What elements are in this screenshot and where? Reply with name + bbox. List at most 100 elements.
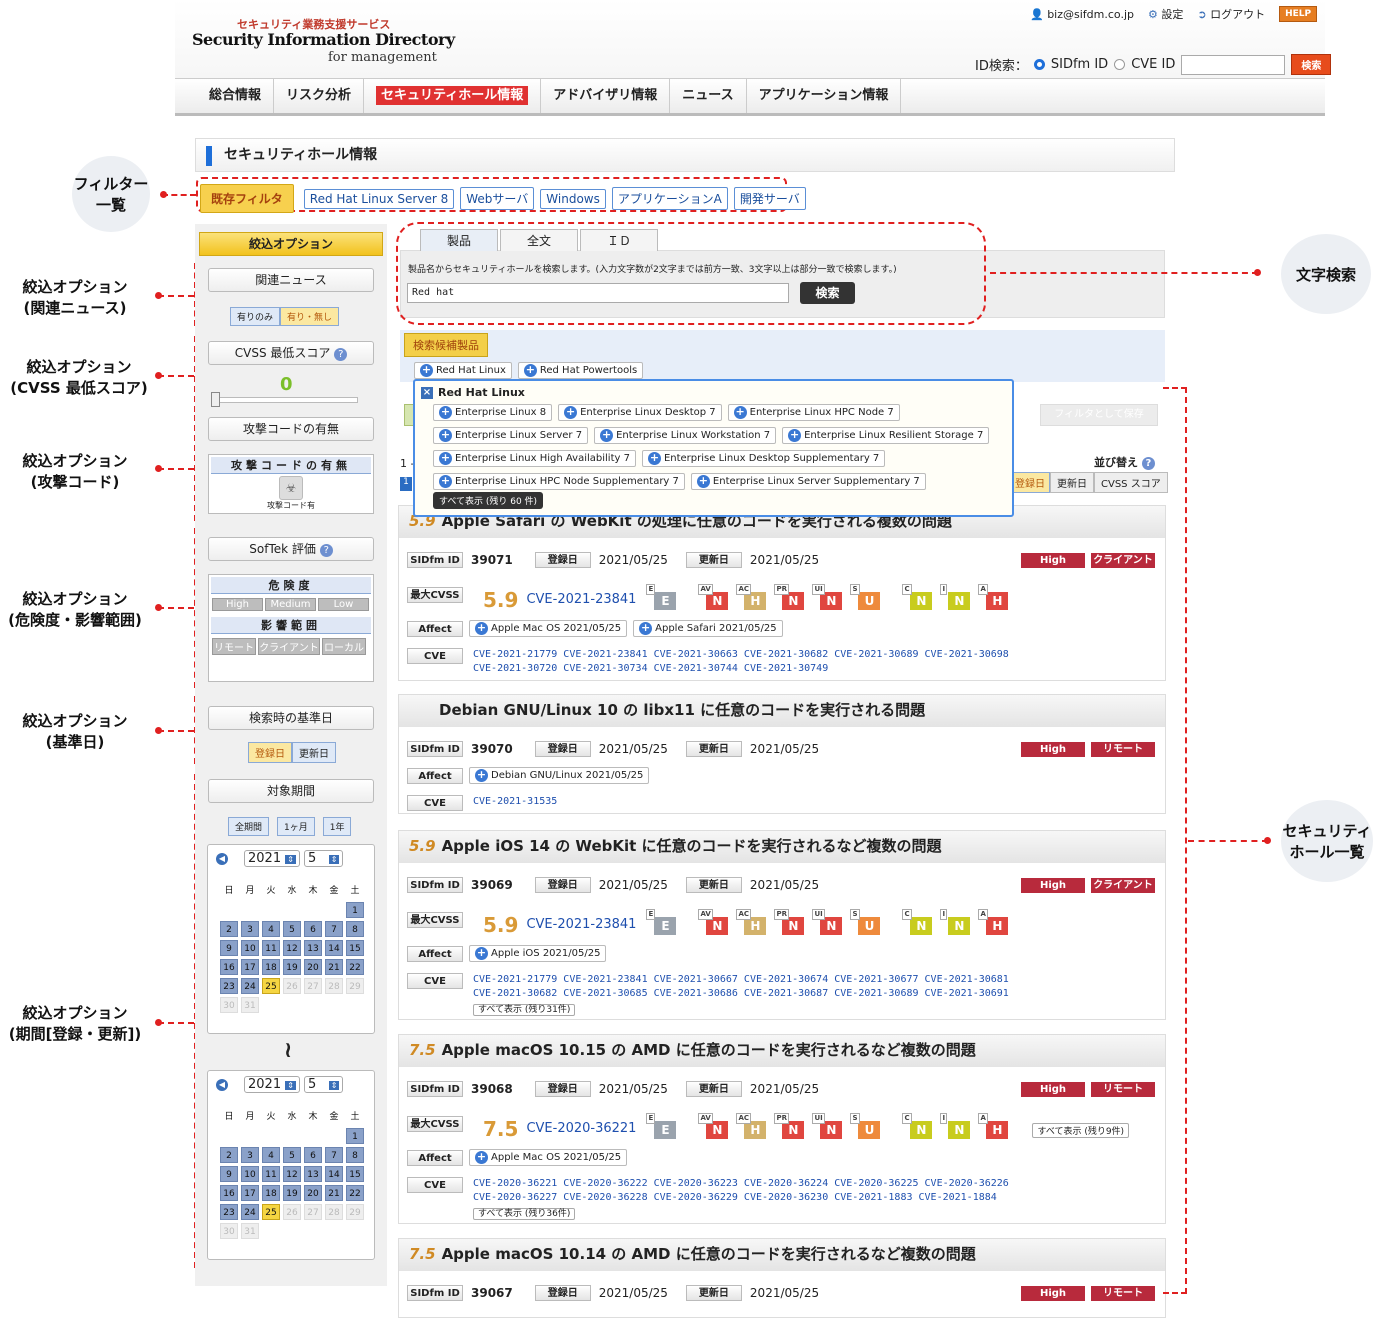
nav-advisory[interactable]: アドバイザリ情報 xyxy=(541,79,671,113)
vuln-title[interactable]: Debian GNU/Linux 10 の libx11 に任意のコードを実行さ… xyxy=(399,695,1165,727)
affect-item[interactable]: + Apple Mac OS 2021/05/25 xyxy=(469,1149,628,1166)
nav-apps[interactable]: アプリケーション情報 xyxy=(747,79,902,113)
scope-remote-button[interactable]: リモート xyxy=(212,638,256,655)
filter-item[interactable]: Red Hat Linux Server 8 xyxy=(303,188,455,209)
calendar-day[interactable]: 9 xyxy=(220,1166,238,1182)
calendar-day[interactable]: 2 xyxy=(220,921,238,937)
calendar-day[interactable]: 20 xyxy=(304,1185,322,1201)
period-month-button[interactable]: 1ヶ月 xyxy=(277,817,315,836)
calendar-day[interactable]: 2 xyxy=(220,1147,238,1163)
cvss-slider[interactable] xyxy=(212,397,358,403)
show-all-metrics-button[interactable]: すべて表示 (残り9件) xyxy=(1032,1122,1130,1138)
news-option[interactable]: 関連ニュース xyxy=(208,268,374,292)
vuln-title[interactable]: 7.5 Apple macOS 10.14 の AMD に任意のコードを実行される… xyxy=(399,1239,1165,1271)
period-option[interactable]: 対象期間 xyxy=(208,779,374,803)
calendar-day[interactable]: 19 xyxy=(283,1185,301,1201)
calendar-day[interactable]: 7 xyxy=(325,1147,343,1163)
affect-item[interactable]: + Apple Mac OS 2021/05/25 xyxy=(469,620,628,637)
cve-list[interactable]: CVE-2021-21779 CVE-2021-23841 CVE-2021-3… xyxy=(473,973,1009,987)
popup-product-item[interactable]: + Enterprise Linux Workstation 7 xyxy=(594,427,777,444)
calendar-day[interactable]: 17 xyxy=(241,1185,259,1201)
close-icon[interactable]: × xyxy=(421,386,433,399)
calendar-day[interactable]: 19 xyxy=(283,959,301,975)
logo[interactable]: Security Information Directory xyxy=(192,30,455,49)
calendar-day[interactable]: 24 xyxy=(241,1204,259,1220)
scope-client-button[interactable]: クライアント xyxy=(258,638,320,655)
id-search-input[interactable] xyxy=(1181,54,1286,75)
calendar-day[interactable]: 12 xyxy=(283,940,301,956)
cve-list[interactable]: CVE-2020-36221 CVE-2020-36222 CVE-2020-3… xyxy=(473,1177,1009,1191)
calendar-day[interactable]: 16 xyxy=(220,1185,238,1201)
risk-low-button[interactable]: Low xyxy=(318,598,369,611)
filter-saved[interactable]: 既存フィルタ xyxy=(200,184,294,213)
calendar-day[interactable]: 25 xyxy=(262,978,280,994)
year-select[interactable]: 2021 ⇕ xyxy=(244,1076,300,1093)
calendar-day[interactable]: 22 xyxy=(346,1185,364,1201)
affect-item[interactable]: + Debian GNU/Linux 2021/05/25 xyxy=(469,767,650,784)
max-cvss-cve-link[interactable]: CVE-2020-36221 xyxy=(526,1121,636,1136)
year-select[interactable]: 2021 ⇕ xyxy=(244,850,300,867)
calendar-day[interactable]: 23 xyxy=(220,978,238,994)
nav-overview[interactable]: 総合情報 xyxy=(197,79,275,113)
help-icon[interactable]: ? xyxy=(334,348,348,361)
calendar-day[interactable]: 16 xyxy=(220,959,238,975)
period-year-button[interactable]: 1年 xyxy=(322,817,352,836)
popup-product-item[interactable]: + Enterprise Linux Server Supplementary 7 xyxy=(690,473,926,490)
nav-security-holes[interactable]: セキュリティホール情報 xyxy=(364,79,542,113)
calendar-day[interactable]: 5 xyxy=(283,1147,301,1163)
popup-product-item[interactable]: + Enterprise Linux Desktop 7 xyxy=(558,404,722,421)
sort-reg-button[interactable]: 登録日 xyxy=(1010,472,1050,493)
base-reg-button[interactable]: 登録日 xyxy=(248,742,292,763)
calendar-day[interactable]: 25 xyxy=(262,1204,280,1220)
cve-list[interactable]: CVE-2020-36227 CVE-2020-36228 CVE-2020-3… xyxy=(473,1191,1009,1205)
popup-product-item[interactable]: + Enterprise Linux 8 xyxy=(433,404,553,421)
cve-list[interactable]: CVE-2021-30682 CVE-2021-30685 CVE-2021-3… xyxy=(473,987,1009,1001)
prev-month-icon[interactable]: ◀ xyxy=(216,1079,228,1091)
calendar-day[interactable]: 7 xyxy=(325,921,343,937)
help-button[interactable]: HELP xyxy=(1279,6,1318,22)
user-link[interactable]: 👤 biz@sifdm.co.jp xyxy=(1030,8,1134,21)
max-cvss-cve-link[interactable]: CVE-2021-23841 xyxy=(526,917,636,932)
risk-medium-button[interactable]: Medium xyxy=(265,598,316,611)
popup-product-item[interactable]: + Enterprise Linux Desktop Supplementary … xyxy=(641,450,886,467)
affect-item[interactable]: + Apple Safari 2021/05/25 xyxy=(633,620,783,637)
affect-item[interactable]: + Apple iOS 2021/05/25 xyxy=(469,945,607,962)
calendar-day[interactable]: 10 xyxy=(241,940,259,956)
calendar-day[interactable]: 18 xyxy=(262,1185,280,1201)
calendar-day[interactable]: 14 xyxy=(325,940,343,956)
calendar-day[interactable]: 12 xyxy=(283,1166,301,1182)
sort-upd-button[interactable]: 更新日 xyxy=(1050,472,1094,493)
calendar-day[interactable]: 1 xyxy=(346,1128,364,1144)
calendar-day[interactable]: 13 xyxy=(304,940,322,956)
calendar-day[interactable]: 18 xyxy=(262,959,280,975)
base-date-option[interactable]: 検索時の基準日 xyxy=(208,706,374,730)
show-all-cves-button[interactable]: すべて表示 (残り36件) xyxy=(473,1208,576,1220)
candidate-button[interactable]: 検索候補製品 xyxy=(404,333,488,357)
calendar-day[interactable]: 17 xyxy=(241,959,259,975)
radio-sidfm-id[interactable] xyxy=(1033,59,1045,70)
help-icon[interactable]: ? xyxy=(319,544,333,557)
calendar-day[interactable]: 3 xyxy=(241,1147,259,1163)
calendar-day[interactable]: 6 xyxy=(304,1147,322,1163)
cve-list[interactable]: CVE-2021-21779 CVE-2021-23841 CVE-2021-3… xyxy=(473,648,1009,662)
vuln-title[interactable]: 7.5 Apple macOS 10.15 の AMD に任意のコードを実行される… xyxy=(399,1035,1165,1067)
calendar-day[interactable]: 14 xyxy=(325,1166,343,1182)
filter-item[interactable]: 開発サーバ xyxy=(733,187,806,210)
calendar-day[interactable]: 24 xyxy=(241,978,259,994)
calendar-day[interactable]: 20 xyxy=(304,959,322,975)
calendar-day[interactable]: 5 xyxy=(283,921,301,937)
id-search-button[interactable]: 検索 xyxy=(1291,54,1332,75)
exploit-icon[interactable]: ☣ xyxy=(279,476,303,500)
filter-item[interactable]: アプリケーションA xyxy=(611,187,728,210)
cve-list[interactable]: CVE-2021-30720 CVE-2021-30734 CVE-2021-3… xyxy=(473,662,1009,676)
calendar-day[interactable]: 23 xyxy=(220,1204,238,1220)
calendar-day[interactable]: 11 xyxy=(262,940,280,956)
vuln-title[interactable]: 5.9 Apple iOS 14 の WebKit に任意のコードを実行されるなど… xyxy=(399,831,1165,863)
calendar-day[interactable]: 4 xyxy=(262,921,280,937)
calendar-day[interactable]: 15 xyxy=(346,940,364,956)
show-all-button[interactable]: すべて表示 (残り 60 件) xyxy=(433,492,544,509)
prev-month-icon[interactable]: ◀ xyxy=(216,853,228,865)
month-select[interactable]: 5 ⇕ xyxy=(304,850,344,867)
calendar-day[interactable]: 21 xyxy=(325,959,343,975)
calendar-day[interactable]: 9 xyxy=(220,940,238,956)
